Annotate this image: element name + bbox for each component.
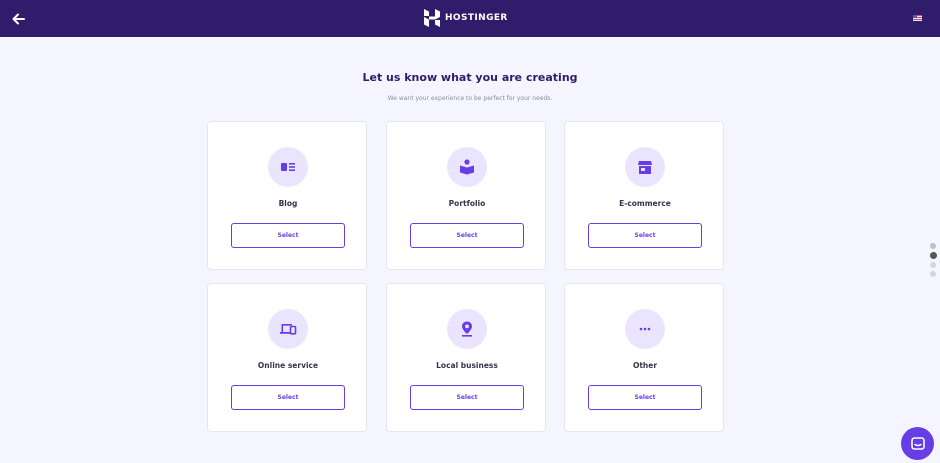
icon-badge bbox=[268, 309, 308, 349]
option-card-local-business[interactable]: Local business Select bbox=[386, 283, 546, 432]
select-ecommerce-button[interactable]: Select bbox=[588, 223, 702, 248]
portfolio-icon bbox=[460, 159, 474, 175]
icon-badge bbox=[268, 147, 308, 187]
chat-button[interactable] bbox=[901, 427, 934, 460]
option-card-ecommerce[interactable]: E-commerce Select bbox=[564, 121, 724, 270]
icon-badge bbox=[447, 147, 487, 187]
chat-icon bbox=[910, 436, 925, 450]
option-card-portfolio[interactable]: Portfolio Select bbox=[386, 121, 546, 270]
location-pin-icon bbox=[462, 321, 472, 337]
icon-badge bbox=[447, 309, 487, 349]
us-flag-icon[interactable] bbox=[913, 15, 922, 21]
page-title: Let us know what you are creating bbox=[362, 71, 578, 84]
option-label: Blog bbox=[278, 199, 298, 208]
option-card-other[interactable]: Other Select bbox=[564, 283, 724, 432]
select-other-button[interactable]: Select bbox=[588, 385, 702, 410]
more-dots-icon bbox=[639, 327, 651, 331]
blog-icon bbox=[281, 163, 295, 171]
option-label: Portfolio bbox=[448, 199, 486, 208]
step-dot bbox=[930, 262, 936, 268]
step-dot bbox=[930, 271, 936, 277]
step-current-dot bbox=[929, 252, 937, 259]
hostinger-logo-icon bbox=[424, 9, 440, 27]
page-subtitle: We want your experience to be perfect fo… bbox=[387, 95, 553, 102]
brand-name: HOSTINGER bbox=[445, 13, 508, 23]
top-bar: HOSTINGER bbox=[0, 0, 940, 37]
select-blog-button[interactable]: Select bbox=[231, 223, 345, 248]
step-completed-icon bbox=[930, 243, 936, 249]
store-icon bbox=[638, 161, 652, 174]
icon-badge bbox=[625, 147, 665, 187]
select-local-business-button[interactable]: Select bbox=[410, 385, 524, 410]
option-card-online-service[interactable]: Online service Select bbox=[207, 283, 367, 432]
select-portfolio-button[interactable]: Select bbox=[410, 223, 524, 248]
option-label: Other bbox=[632, 361, 658, 370]
brand[interactable]: HOSTINGER bbox=[424, 8, 508, 28]
arrow-left-icon[interactable] bbox=[9, 9, 29, 29]
option-label: E-commerce bbox=[619, 199, 671, 208]
option-label: Local business bbox=[436, 361, 498, 370]
icon-badge bbox=[625, 309, 665, 349]
devices-icon bbox=[280, 324, 297, 335]
select-online-service-button[interactable]: Select bbox=[231, 385, 345, 410]
option-label: Online service bbox=[257, 361, 319, 370]
option-card-blog[interactable]: Blog Select bbox=[207, 121, 367, 270]
progress-steps bbox=[929, 243, 937, 277]
